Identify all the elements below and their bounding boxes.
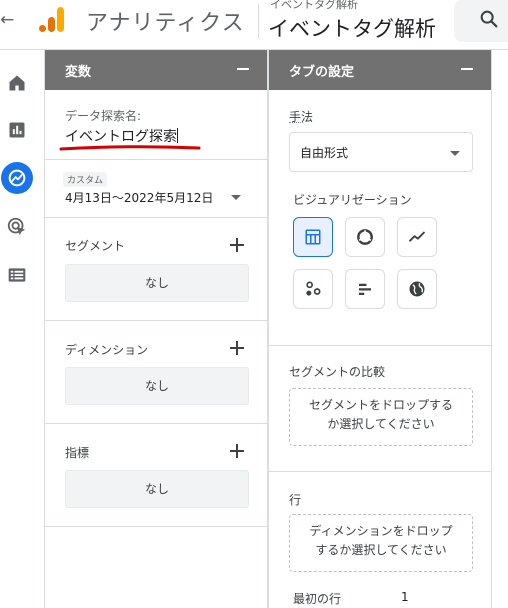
segment-comparison-dropzone[interactable]: セグメントをドロップする か選択してください — [289, 388, 473, 446]
rows-label: 行 — [289, 493, 302, 507]
segments-empty-box: なし — [65, 264, 249, 302]
visualization-label: ビジュアリゼーション — [293, 193, 412, 207]
dimensions-section: ディメンション なし — [45, 321, 267, 424]
viz-geo-button[interactable] — [397, 269, 437, 309]
text-cursor — [177, 128, 178, 143]
scatter-plot-icon — [306, 281, 321, 296]
left-nav-rail — [0, 50, 44, 608]
add-metric-plus-icon[interactable] — [230, 444, 244, 458]
app-title: アナリティクス — [86, 11, 245, 36]
segments-section: セグメント なし — [45, 218, 267, 321]
add-segment-plus-icon[interactable] — [230, 238, 244, 252]
segment-comparison-section: セグメントの比較 セグメントをドロップする か選択してください — [269, 346, 491, 472]
label-underline — [289, 122, 303, 123]
viz-table-button[interactable] — [293, 217, 333, 257]
tab-settings-panel-header: タブの設定 — [269, 50, 491, 90]
technique-select-value: 自由形式 — [300, 146, 349, 160]
breadcrumb-account[interactable]: イベントタグ解析 — [270, 0, 358, 12]
segment-drop-text-line2: か選択してください — [327, 417, 435, 431]
date-range-value: 4月13日～2022年5月12日 — [65, 191, 214, 205]
explore-icon[interactable] — [1, 162, 33, 194]
first-row-input[interactable]: 1 — [401, 590, 409, 604]
viz-scatter-button[interactable] — [293, 269, 333, 309]
exploration-name-section: データ探索名: イベントログ探索 — [45, 90, 267, 160]
rows-section: 行 ディメンションをドロップ するか選択してください 最初の行 1 — [269, 472, 491, 608]
search-button[interactable] — [454, 0, 508, 42]
first-row-label: 最初の行 — [293, 592, 342, 606]
tab-settings-panel-title: タブの設定 — [289, 65, 355, 80]
dimensions-label: ディメンション — [65, 343, 149, 357]
rows-dropzone[interactable]: ディメンションをドロップ するか選択してください — [289, 514, 473, 572]
analytics-explore-screen: ← アナリティクス イベントタグ解析 イベントタグ解析 変数 データ探索名: イ… — [0, 0, 508, 608]
top-bar: ← アナリティクス イベントタグ解析 イベントタグ解析 — [0, 0, 508, 50]
search-icon — [480, 10, 498, 28]
date-range-section[interactable]: カスタム 4月13日～2022年5月12日 — [45, 160, 267, 218]
metrics-label: 指標 — [65, 446, 90, 460]
variables-panel-title: 変数 — [65, 65, 92, 80]
home-icon[interactable] — [4, 70, 30, 96]
dimension-drop-text-line1: ディメンションをドロップ — [309, 524, 453, 538]
collapse-icon[interactable] — [237, 68, 249, 70]
line-chart-icon — [408, 231, 426, 242]
exploration-name-label: データ探索名: — [65, 109, 142, 123]
table-icon — [305, 229, 321, 245]
viz-bar-button[interactable] — [345, 269, 385, 309]
divider — [258, 4, 259, 38]
viz-line-button[interactable] — [397, 217, 437, 257]
analytics-logo-icon[interactable] — [37, 5, 67, 37]
collapse-icon[interactable] — [461, 68, 473, 70]
bar-chart-icon — [359, 283, 371, 295]
donut-chart-icon — [357, 229, 373, 245]
back-arrow-icon[interactable]: ← — [0, 10, 14, 30]
segment-drop-text-line1: セグメントをドロップする — [308, 398, 453, 412]
segment-comparison-label: セグメントの比較 — [289, 365, 386, 379]
configure-icon[interactable] — [4, 262, 30, 288]
technique-select[interactable]: 自由形式 — [289, 132, 473, 172]
dimensions-empty-box: なし — [65, 367, 249, 405]
reports-icon[interactable] — [4, 117, 30, 143]
date-preset-chip: カスタム — [63, 172, 108, 187]
metrics-section: 指標 なし — [45, 424, 267, 527]
advertising-icon[interactable] — [4, 214, 30, 240]
viz-donut-button[interactable] — [345, 217, 385, 257]
geo-map-icon — [409, 281, 425, 297]
chevron-down-icon — [450, 151, 460, 156]
annotation-underline — [59, 145, 201, 151]
variables-panel-header: 変数 — [45, 50, 267, 90]
dimension-drop-text-line2: するか選択してください — [315, 543, 447, 557]
segments-label: セグメント — [65, 239, 126, 253]
tab-settings-panel: タブの設定 手法 自由形式 ビジュアリゼーション セグメントの比較 セグメントを… — [268, 50, 492, 608]
technique-visualization-section: 手法 自由形式 ビジュアリゼーション — [269, 90, 491, 346]
metrics-empty-box: なし — [65, 470, 249, 508]
variables-panel: 変数 データ探索名: イベントログ探索 カスタム 4月13日～2022年5月12… — [44, 50, 268, 608]
dropdown-arrow-icon[interactable] — [231, 195, 241, 200]
property-title[interactable]: イベントタグ解析 — [268, 13, 436, 43]
add-dimension-plus-icon[interactable] — [230, 341, 244, 355]
